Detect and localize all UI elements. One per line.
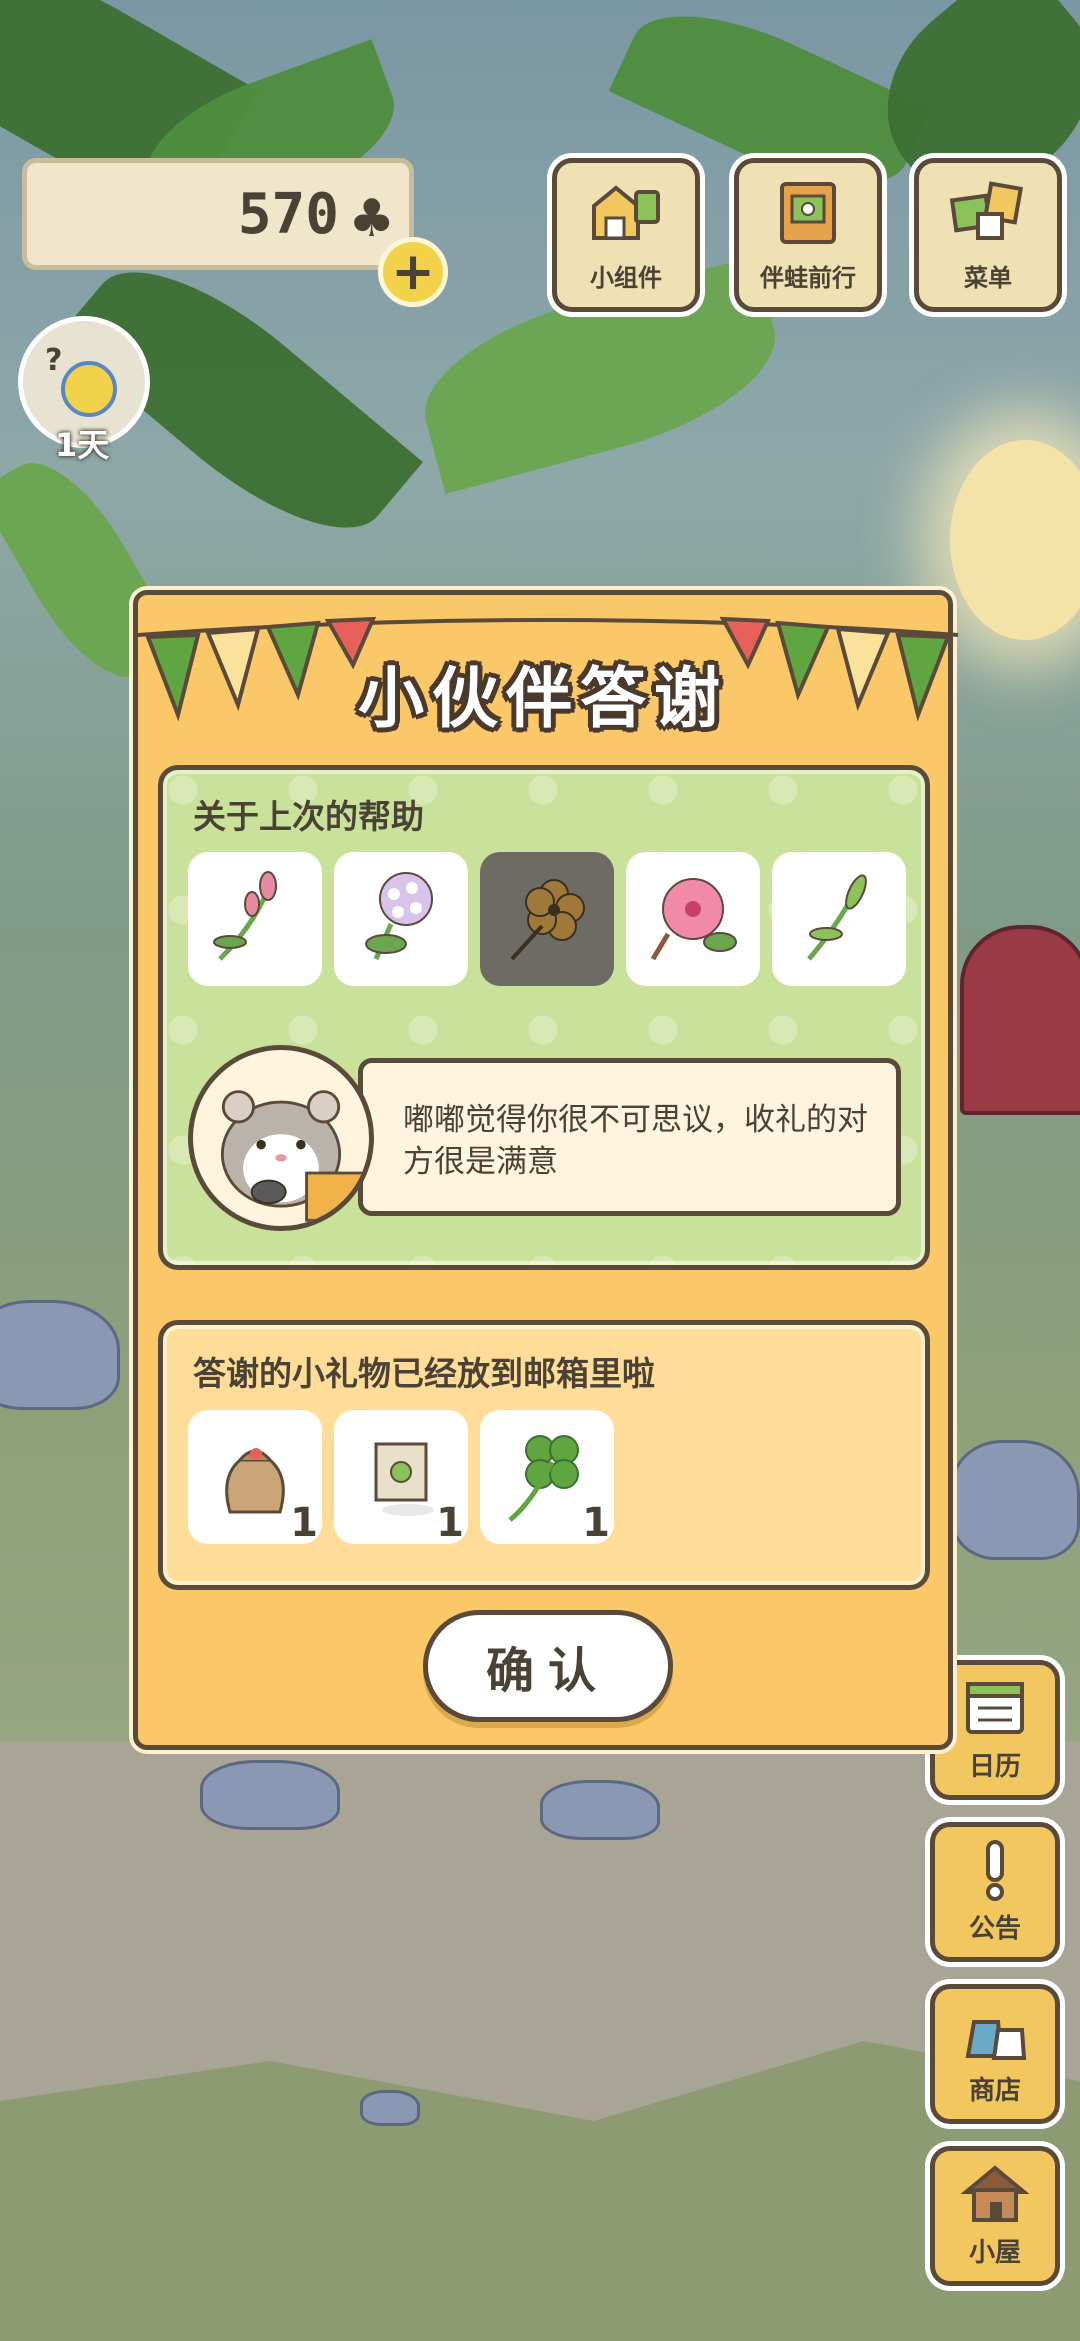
- rock: [360, 2090, 420, 2126]
- lilac-icon: [365, 872, 433, 960]
- gift-panel: 答谢的小礼物已经放到邮箱里啦 1 1 1: [158, 1320, 930, 1590]
- house-button[interactable]: 小屋: [930, 2146, 1060, 2286]
- rock: [0, 1300, 120, 1410]
- gift-slot-seed-bag[interactable]: 1: [188, 1410, 322, 1546]
- help-heading: 关于上次的帮助: [193, 797, 424, 836]
- companion-thanks-dialog: 小伙伴答谢 关于上次的帮助 嘟嘟觉得你很不可思议，收礼的对方很是满意 答谢的小礼…: [133, 590, 958, 1750]
- day-counter: 1天: [55, 426, 110, 464]
- plant-slot-green-sprig[interactable]: [772, 852, 906, 986]
- frog-icon: [61, 361, 117, 417]
- plant-row: [188, 852, 906, 986]
- widget-button[interactable]: 小组件: [552, 158, 700, 312]
- gift-heading: 答谢的小礼物已经放到邮箱里啦: [193, 1354, 655, 1393]
- gift-quantity: 1: [582, 1500, 610, 1546]
- rock: [200, 1760, 340, 1830]
- glowing-lantern: [950, 440, 1080, 640]
- confirm-button[interactable]: 确认: [423, 1610, 673, 1722]
- widget-button-label: 小组件: [590, 264, 662, 292]
- hamster-portrait: [188, 1045, 374, 1231]
- hamster-icon: [220, 1090, 365, 1222]
- plant-slot-lilac[interactable]: [334, 852, 468, 986]
- plant-slot-pink-sprig[interactable]: [188, 852, 322, 986]
- gift-quantity: 1: [436, 1500, 464, 1546]
- gift-slot-clover[interactable]: 1: [480, 1410, 614, 1546]
- menu-button-label: 菜单: [964, 264, 1012, 292]
- shop-bags-icon: [965, 2020, 1027, 2060]
- rock: [950, 1440, 1080, 1560]
- plant-slot-hibiscus[interactable]: [626, 852, 760, 986]
- notice-button[interactable]: 公告: [930, 1822, 1060, 1962]
- gift-slot-seed-packet[interactable]: 1: [334, 1410, 468, 1546]
- pink-sprig-icon: [213, 871, 277, 961]
- red-door: [960, 925, 1080, 1115]
- exclamation-icon: [986, 1840, 1004, 1901]
- calendar-label: 日历: [968, 1752, 1021, 1782]
- travel-with-frog-label: 伴蛙前行: [760, 264, 856, 292]
- house-label: 小屋: [968, 2238, 1021, 2268]
- question-mark-icon: ?: [45, 343, 63, 378]
- travel-with-frog-button[interactable]: 伴蛙前行: [734, 158, 882, 312]
- gift-row: 1 1 1: [188, 1410, 614, 1546]
- widget-icon: [592, 185, 660, 240]
- clover-counter: 570 ♣: [22, 158, 414, 270]
- gift-quantity: 1: [290, 1500, 318, 1546]
- menu-button[interactable]: 菜单: [914, 158, 1062, 312]
- dialog-title: 小伙伴答谢: [358, 660, 728, 737]
- menu-icon: [949, 181, 1024, 240]
- brown-flower-icon: [510, 879, 585, 961]
- clover-count: 570: [237, 181, 339, 247]
- calendar-icon: [966, 1682, 1024, 1734]
- add-clover-button[interactable]: +: [378, 237, 448, 307]
- help-panel: 关于上次的帮助 嘟嘟觉得你很不可思议，收礼的对方很是满意: [158, 765, 930, 1270]
- hibiscus-icon: [650, 878, 737, 961]
- companion-message: 嘟嘟觉得你很不可思议，收礼的对方很是满意: [358, 1058, 901, 1216]
- shop-button[interactable]: 商店: [930, 1984, 1060, 2124]
- clover-icon: ♣: [348, 189, 395, 249]
- rock: [540, 1780, 660, 1840]
- house-icon: [960, 2165, 1030, 2222]
- shop-label: 商店: [968, 2076, 1021, 2106]
- green-sprig-icon: [807, 874, 867, 961]
- notice-label: 公告: [968, 1914, 1021, 1944]
- plant-slot-brown-flower[interactable]: [480, 852, 614, 986]
- album-icon: [780, 182, 836, 244]
